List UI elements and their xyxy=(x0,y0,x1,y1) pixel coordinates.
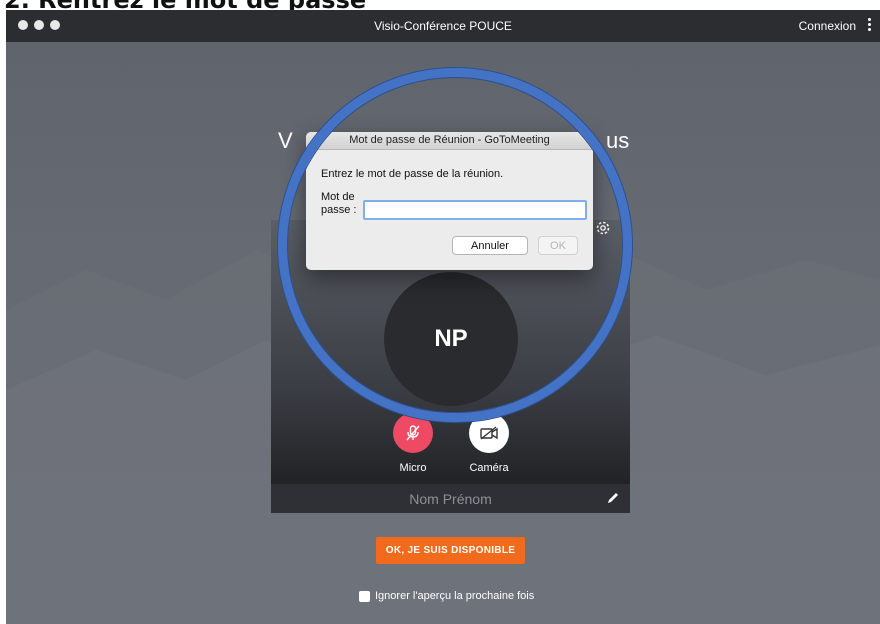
window-title: Visio-Conférence POUCE xyxy=(374,19,512,33)
password-input[interactable] xyxy=(363,200,587,220)
avatar: NP xyxy=(384,272,518,406)
micro-label: Micro xyxy=(399,462,427,474)
password-dialog: Mot de passe de Réunion - GoToMeeting En… xyxy=(306,132,593,270)
connexion-link[interactable]: Connexion xyxy=(799,19,856,33)
ok-available-button[interactable]: OK, JE SUIS DISPONIBLE xyxy=(376,537,525,564)
cancel-button[interactable]: Annuler xyxy=(452,236,528,255)
camera-off-icon xyxy=(480,426,498,440)
micro-toggle-button[interactable] xyxy=(393,413,433,453)
ignore-preview-checkbox[interactable] xyxy=(359,590,370,602)
dialog-title: Mot de passe de Réunion - GoToMeeting xyxy=(306,132,593,150)
microphone-muted-icon xyxy=(406,425,420,441)
password-label: Mot de passe : xyxy=(321,191,357,216)
name-field[interactable]: Nom Prénom xyxy=(271,491,630,507)
edit-pencil-icon[interactable] xyxy=(606,491,620,505)
name-bar: Nom Prénom xyxy=(271,484,630,513)
dialog-ok-button[interactable]: OK xyxy=(538,236,578,255)
ignore-preview-label: Ignorer l'aperçu la prochaine fois xyxy=(375,590,535,602)
ignore-preview-row[interactable]: Ignorer l'aperçu la prochaine fois xyxy=(359,590,534,602)
window-titlebar: Visio-Conférence POUCE Connexion xyxy=(6,10,880,42)
background-heading-fragment-left: V xyxy=(278,128,293,153)
app-window: Visio-Conférence POUCE Connexion V us NP… xyxy=(6,10,880,624)
background-heading-fragment-right: us xyxy=(606,128,630,153)
camera-label: Caméra xyxy=(469,462,509,474)
settings-gear-icon[interactable] xyxy=(594,219,612,237)
more-options-icon[interactable] xyxy=(868,18,872,33)
camera-toggle-button[interactable] xyxy=(469,413,509,453)
dialog-prompt: Entrez le mot de passe de la réunion. xyxy=(321,168,504,180)
avatar-initials: NP xyxy=(434,325,468,352)
